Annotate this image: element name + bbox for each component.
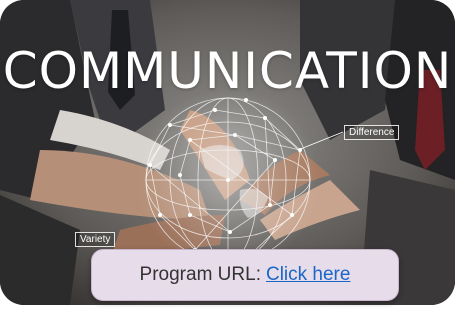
program-url-callout: Program URL: Click here <box>91 249 399 301</box>
program-url-link[interactable]: Click here <box>266 264 350 286</box>
program-url-label: Program URL: <box>139 264 261 285</box>
tag-variety: Variety <box>75 232 116 247</box>
tag-difference: Difference <box>344 125 400 140</box>
headline-communication: COMMUNICATION <box>2 42 453 100</box>
